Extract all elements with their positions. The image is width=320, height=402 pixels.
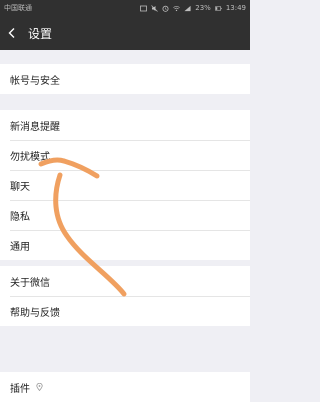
settings-group-plugins: 插件 bbox=[0, 372, 250, 402]
back-button[interactable] bbox=[0, 16, 24, 50]
chevron-left-icon bbox=[8, 28, 15, 38]
battery-icon bbox=[214, 5, 222, 12]
settings-item-privacy[interactable]: 隐私 bbox=[0, 200, 250, 230]
settings-item-chat[interactable]: 聊天 bbox=[0, 170, 250, 200]
image-icon bbox=[140, 5, 148, 12]
settings-item-label: 通用 bbox=[10, 241, 30, 253]
alarm-icon bbox=[162, 5, 169, 12]
signal-icon bbox=[184, 5, 191, 12]
clock: 13:49 bbox=[225, 4, 246, 12]
title-bar: 设置 bbox=[0, 16, 250, 50]
location-pin-icon bbox=[36, 383, 43, 391]
status-bar: 中国联通 23% 13:49 bbox=[0, 0, 250, 16]
status-icons: 23% 13:49 bbox=[140, 4, 246, 12]
settings-item-label: 帐号与安全 bbox=[10, 75, 60, 87]
settings-item-notifications[interactable]: 新消息提醒 bbox=[0, 110, 250, 140]
settings-item-label: 关于微信 bbox=[10, 277, 50, 289]
settings-item-account-security[interactable]: 帐号与安全 bbox=[0, 64, 250, 94]
settings-group-account: 帐号与安全 bbox=[0, 64, 250, 94]
settings-item-do-not-disturb[interactable]: 勿扰模式 bbox=[0, 140, 250, 170]
settings-item-about[interactable]: 关于微信 bbox=[0, 266, 250, 296]
settings-item-label: 勿扰模式 bbox=[10, 151, 50, 163]
settings-item-help-feedback[interactable]: 帮助与反馈 bbox=[0, 296, 250, 326]
settings-group-general: 新消息提醒 勿扰模式 聊天 隐私 通用 bbox=[0, 110, 250, 260]
page-title: 设置 bbox=[28, 26, 53, 41]
settings-item-label: 插件 bbox=[10, 383, 30, 395]
battery-percent: 23% bbox=[195, 4, 211, 12]
settings-item-label: 隐私 bbox=[10, 211, 30, 223]
carrier-label: 中国联通 bbox=[4, 4, 32, 12]
settings-item-label: 聊天 bbox=[10, 181, 30, 193]
mute-icon bbox=[151, 4, 158, 12]
settings-item-plugins[interactable]: 插件 bbox=[0, 372, 250, 402]
wifi-icon bbox=[173, 5, 181, 12]
settings-group-about: 关于微信 帮助与反馈 bbox=[0, 266, 250, 326]
settings-item-label: 新消息提醒 bbox=[10, 121, 60, 133]
settings-item-general[interactable]: 通用 bbox=[0, 230, 250, 260]
settings-item-label: 帮助与反馈 bbox=[10, 307, 60, 319]
